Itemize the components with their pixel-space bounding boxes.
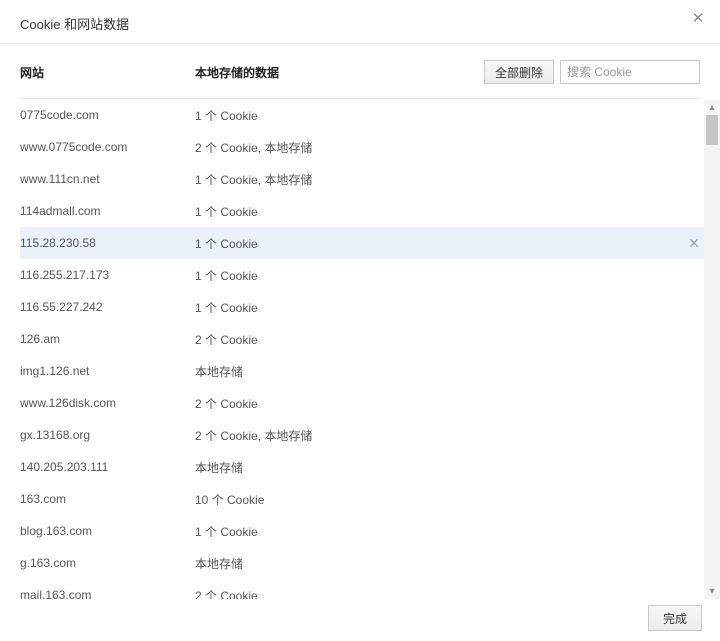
done-button[interactable]: 完成: [648, 605, 702, 631]
table-row[interactable]: mail.163.com2 个 Cookie✕: [20, 579, 716, 599]
site-list[interactable]: 0775code.com1 个 Cookie✕www.0775code.com2…: [20, 99, 716, 599]
site-cell: 115.28.230.58: [20, 236, 195, 250]
site-cell: www.0775code.com: [20, 140, 195, 154]
site-cell: 116.255.217.173: [20, 268, 195, 282]
site-cell: 114admall.com: [20, 204, 195, 218]
data-cell: 本地存储: [195, 555, 716, 572]
data-cell: 1 个 Cookie: [195, 523, 716, 540]
table-row[interactable]: www.126disk.com2 个 Cookie✕: [20, 387, 716, 419]
table-row[interactable]: www.111cn.net1 个 Cookie, 本地存储✕: [20, 163, 716, 195]
data-cell: 2 个 Cookie, 本地存储: [195, 427, 716, 444]
site-cell: 140.205.203.111: [20, 460, 195, 474]
close-icon[interactable]: ✕: [686, 6, 710, 30]
delete-all-button[interactable]: 全部删除: [484, 60, 554, 84]
data-cell: 10 个 Cookie: [195, 491, 716, 508]
site-cell: mail.163.com: [20, 588, 195, 599]
toolbar: 网站 本地存储的数据 全部删除: [0, 44, 720, 92]
data-cell: 1 个 Cookie: [195, 299, 716, 316]
scrollbar-track[interactable]: [704, 115, 720, 583]
table-row[interactable]: 140.205.203.111本地存储✕: [20, 451, 716, 483]
cookies-dialog: Cookie 和网站数据 ✕ 网站 本地存储的数据 全部删除 0775code.…: [0, 0, 720, 641]
column-header-data: 本地存储的数据: [195, 64, 484, 81]
data-cell: 1 个 Cookie: [195, 203, 716, 220]
data-cell: 1 个 Cookie: [195, 107, 716, 124]
remove-row-icon[interactable]: ✕: [686, 235, 702, 251]
site-cell: www.126disk.com: [20, 396, 195, 410]
site-cell: 163.com: [20, 492, 195, 506]
table-row[interactable]: 163.com10 个 Cookie✕: [20, 483, 716, 515]
site-cell: 116.55.227.242: [20, 300, 195, 314]
table-row[interactable]: 116.255.217.1731 个 Cookie✕: [20, 259, 716, 291]
dialog-footer: 完成: [648, 605, 702, 631]
table-row[interactable]: g.163.com本地存储✕: [20, 547, 716, 579]
table-row[interactable]: 116.55.227.2421 个 Cookie✕: [20, 291, 716, 323]
site-list-wrapper: 0775code.com1 个 Cookie✕www.0775code.com2…: [20, 99, 720, 599]
data-cell: 2 个 Cookie: [195, 331, 716, 348]
table-row[interactable]: www.0775code.com2 个 Cookie, 本地存储✕: [20, 131, 716, 163]
table-row[interactable]: img1.126.net本地存储✕: [20, 355, 716, 387]
site-cell: www.111cn.net: [20, 172, 195, 186]
data-cell: 1 个 Cookie: [195, 267, 716, 284]
data-cell: 本地存储: [195, 363, 716, 380]
table-row[interactable]: 114admall.com1 个 Cookie✕: [20, 195, 716, 227]
site-cell: 0775code.com: [20, 108, 195, 122]
table-row[interactable]: 115.28.230.581 个 Cookie✕: [20, 227, 716, 259]
search-input[interactable]: [560, 60, 700, 84]
data-cell: 2 个 Cookie: [195, 395, 716, 412]
table-row[interactable]: 126.am2 个 Cookie✕: [20, 323, 716, 355]
dialog-title: Cookie 和网站数据: [20, 14, 700, 33]
data-cell: 本地存储: [195, 459, 716, 476]
scrollbar-up-icon[interactable]: ▴: [704, 99, 720, 115]
column-header-site: 网站: [20, 64, 195, 81]
scrollbar-thumb[interactable]: [706, 115, 718, 145]
scrollbar[interactable]: ▴ ▾: [704, 99, 720, 599]
table-row[interactable]: blog.163.com1 个 Cookie✕: [20, 515, 716, 547]
site-cell: img1.126.net: [20, 364, 195, 378]
site-cell: 126.am: [20, 332, 195, 346]
table-row[interactable]: gx.13168.org2 个 Cookie, 本地存储✕: [20, 419, 716, 451]
site-cell: g.163.com: [20, 556, 195, 570]
scrollbar-down-icon[interactable]: ▾: [704, 583, 720, 599]
site-cell: gx.13168.org: [20, 428, 195, 442]
data-cell: 2 个 Cookie: [195, 587, 716, 600]
site-cell: blog.163.com: [20, 524, 195, 538]
data-cell: 1 个 Cookie, 本地存储: [195, 171, 716, 188]
data-cell: 2 个 Cookie, 本地存储: [195, 139, 716, 156]
data-cell: 1 个 Cookie: [195, 235, 716, 252]
dialog-header: Cookie 和网站数据 ✕: [0, 0, 720, 44]
table-row[interactable]: 0775code.com1 个 Cookie✕: [20, 99, 716, 131]
